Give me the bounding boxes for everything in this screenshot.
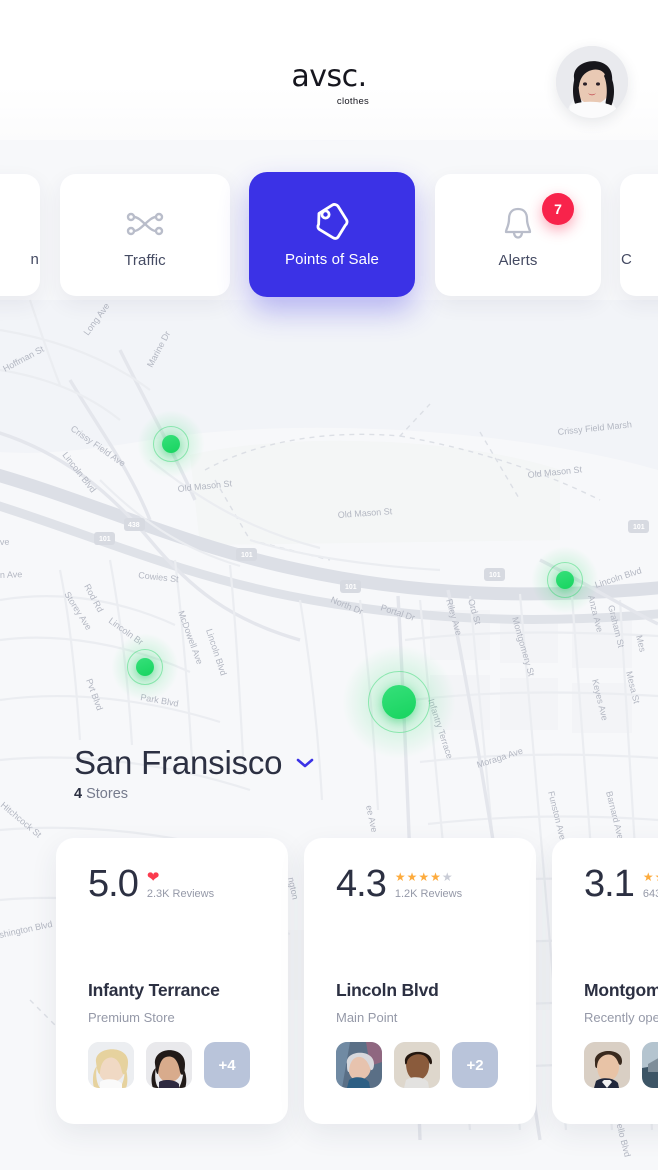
store-card[interactable]: 5.0 ❤ 2.3K Reviews Infanty Terrance Prem… [56, 838, 288, 1124]
svg-text:101: 101 [345, 584, 357, 591]
person-avatar[interactable] [642, 1042, 658, 1088]
people-row[interactable]: +4 [88, 1042, 250, 1088]
person-more-count[interactable]: +2 [452, 1042, 498, 1088]
store-count-number: 4 [74, 786, 83, 802]
person-avatar[interactable] [584, 1042, 630, 1088]
review-count: 2.3K Reviews [146, 888, 215, 900]
tag-icon [310, 201, 354, 245]
svg-text:101: 101 [633, 524, 645, 531]
heart-icon: ❤ [146, 868, 160, 886]
store-name: Infanty Terrance [88, 980, 220, 1000]
store-card[interactable]: 3.1 ★★★★★ 643 Reviews Montgomery St Rece… [552, 838, 658, 1124]
store-count: 4 Stores [74, 786, 316, 802]
city-selector[interactable]: San Fransisco 4 Stores [74, 744, 316, 802]
store-name: Lincoln Blvd [336, 980, 439, 1000]
svg-text:n Ave: n Ave [0, 569, 22, 580]
svg-text:101: 101 [99, 536, 111, 543]
store-name: Montgomery St [584, 980, 658, 1000]
rating-row: 5.0 ❤ 2.3K Reviews [88, 863, 256, 905]
avatar-image [556, 46, 628, 118]
svg-text:438: 438 [128, 522, 140, 529]
review-count: 643 Reviews [642, 888, 658, 900]
nav-card-strip[interactable]: n Traffic Points of Sale Alerts 7 C [0, 172, 658, 297]
store-card[interactable]: 4.3 ★ ★ ★ ★ ★ 1.2K Reviews Lincoln Blvd Main… [304, 838, 536, 1124]
svg-text:101: 101 [241, 552, 253, 559]
store-count-label: Stores [86, 786, 129, 802]
rating-row: 4.3 ★ ★ ★ ★ ★ 1.2K Reviews [336, 863, 504, 905]
nav-card-alerts[interactable]: Alerts 7 [435, 174, 601, 296]
rating-score: 3.1 [584, 863, 635, 905]
shuffle-icon [125, 202, 165, 246]
nav-card-label: Points of Sale [285, 251, 379, 268]
nav-card-partial-left[interactable]: n [0, 174, 40, 296]
person-avatar[interactable] [336, 1042, 382, 1088]
nav-card-label: Alerts [498, 251, 538, 269]
person-avatar[interactable] [394, 1042, 440, 1088]
nav-card-traffic[interactable]: Traffic [60, 174, 230, 296]
person-avatar[interactable] [88, 1042, 134, 1088]
person-avatar[interactable] [146, 1042, 192, 1088]
page-title: San Fransisco [74, 744, 283, 781]
avatar[interactable] [556, 46, 628, 118]
svg-text:ve: ve [0, 537, 10, 547]
app-header: avsc. clothes [0, 0, 658, 140]
person-more-count[interactable]: +4 [204, 1042, 250, 1088]
nav-card-points-of-sale[interactable]: Points of Sale [249, 172, 415, 297]
people-row[interactable]: +3 [584, 1042, 658, 1088]
rating-row: 3.1 ★★★★★ 643 Reviews [584, 863, 658, 905]
store-type: Main Point [336, 1010, 398, 1025]
nav-card-label: n [30, 251, 39, 268]
nav-card-label: C [621, 251, 632, 268]
rating-score: 4.3 [336, 863, 387, 905]
bell-icon [500, 202, 536, 246]
svg-text:101: 101 [489, 572, 501, 579]
star-rating-icons: ★★★★★ [394, 870, 453, 884]
store-card-list[interactable]: 5.0 ❤ 2.3K Reviews Infanty Terrance Prem… [0, 838, 658, 1124]
status-badge[interactable]: 7 [542, 193, 574, 225]
star-rating-icons: ★★★★★ [642, 870, 658, 884]
store-type: Recently opened [584, 1010, 658, 1025]
people-row[interactable]: +2 [336, 1042, 498, 1088]
chevron-down-icon[interactable] [294, 756, 316, 770]
review-count: 1.2K Reviews [394, 888, 463, 900]
nav-card-label: Traffic [124, 251, 166, 269]
nav-card-partial-right[interactable]: C [620, 174, 658, 296]
rating-score: 5.0 [88, 863, 139, 905]
store-type: Premium Store [88, 1010, 175, 1025]
